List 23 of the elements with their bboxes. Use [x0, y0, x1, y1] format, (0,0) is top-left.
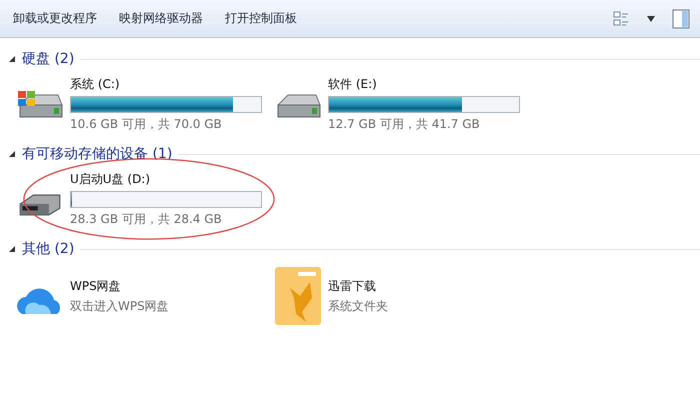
group-header[interactable]: 其他 (2) — [22, 240, 74, 258]
collapse-arrow-icon[interactable] — [8, 245, 16, 253]
item-name[interactable]: 迅雷下载 — [328, 278, 388, 294]
toolbar-button[interactable]: 卸载或更改程序 — [4, 6, 106, 31]
item-name[interactable]: U启动U盘 (D:) — [70, 171, 262, 188]
item-name[interactable]: WPS网盘 — [70, 278, 169, 294]
toolbar-button[interactable]: 映射网络驱动器 — [110, 6, 212, 31]
view-options-icon[interactable] — [612, 10, 630, 28]
usb-drive-icon — [19, 194, 61, 216]
dropdown-icon[interactable] — [646, 14, 656, 22]
item-info: 10.6 GB 可用，共 70.0 GB — [70, 116, 223, 133]
item-name[interactable]: 系统 (C:) — [70, 76, 262, 93]
toolbar-button[interactable]: 打开控制面板 — [216, 6, 306, 31]
item-info: 12.7 GB 可用，共 41.7 GB — [328, 116, 481, 133]
item-name[interactable]: 软件 (E:) — [328, 76, 520, 93]
preview-pane-icon[interactable] — [672, 8, 690, 28]
bird-folder-icon — [274, 266, 322, 326]
group-header[interactable]: 硬盘 (2) — [22, 50, 74, 68]
collapse-arrow-icon[interactable] — [8, 55, 16, 63]
item-info: 双击进入WPS网盘 — [70, 298, 169, 314]
collapse-arrow-icon[interactable] — [8, 150, 16, 158]
item-info: 系统文件夹 — [328, 298, 388, 314]
item-info: 28.3 GB 可用，共 28.4 GB — [70, 211, 223, 228]
